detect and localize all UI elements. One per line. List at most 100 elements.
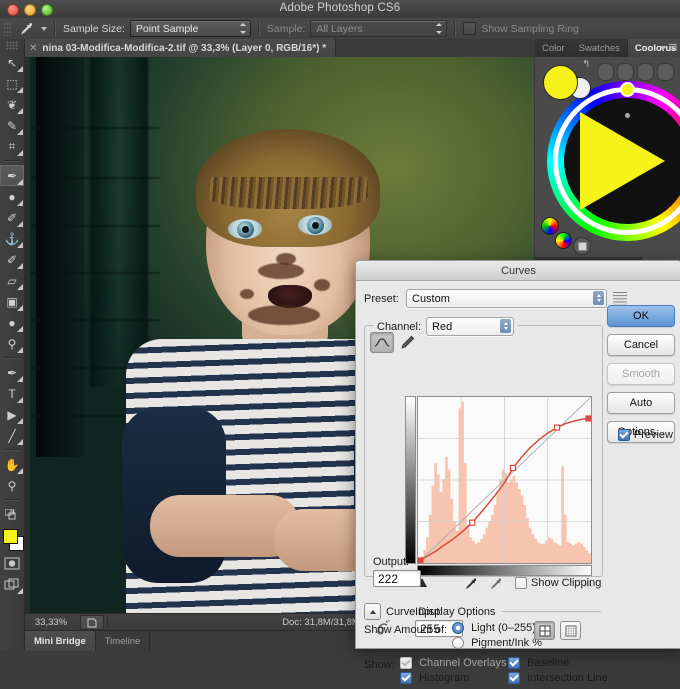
curve-display-options-header[interactable]: Curve Display Options — [364, 603, 601, 620]
coolorus-foreground-swatch[interactable] — [543, 65, 578, 100]
show-amount-label: Show Amount of: — [364, 624, 448, 636]
sample-label: Sample: — [266, 22, 306, 35]
app-title: Adobe Photoshop CS6 — [279, 2, 401, 14]
harmony-complementary-icon[interactable] — [617, 63, 634, 81]
marquee-tool[interactable]: ⬚ — [0, 73, 24, 94]
intersection-line-checkbox[interactable] — [508, 672, 520, 685]
path-selection-tool[interactable]: ▶ — [0, 404, 24, 425]
options-bar-grip[interactable] — [3, 21, 11, 36]
brush-tool[interactable]: ✐ — [0, 207, 24, 228]
triangle-marker[interactable] — [625, 113, 630, 118]
screen-mode-icon[interactable] — [0, 574, 24, 595]
type-tool[interactable]: T — [0, 383, 24, 404]
hand-tool[interactable]: ✋ — [0, 454, 24, 475]
gradient-tool[interactable]: ▣ — [0, 291, 24, 312]
dodge-tool[interactable]: ⚲ — [0, 333, 24, 354]
hue-handle[interactable] — [620, 82, 635, 97]
light-radio[interactable] — [452, 622, 464, 635]
revert-arrow-icon[interactable]: ↰ — [582, 59, 590, 70]
tools-panel-grip[interactable] — [6, 41, 18, 50]
tools-divider — [4, 357, 20, 359]
preset-select[interactable]: Custom — [406, 289, 607, 308]
history-brush-tool[interactable]: ✐ — [0, 249, 24, 270]
pigment-radio[interactable] — [452, 637, 464, 650]
histogram-row[interactable]: Histogram — [400, 672, 469, 685]
move-tool[interactable]: ↖ — [0, 52, 24, 73]
harmony-split-icon[interactable] — [637, 63, 654, 81]
healing-brush-tool[interactable]: ● — [0, 186, 24, 207]
line-tool[interactable]: ╱ — [0, 425, 24, 446]
grid-tenth-button[interactable] — [560, 621, 581, 640]
show-sampling-ring-checkbox[interactable] — [463, 22, 477, 35]
output-input[interactable]: 222 — [373, 570, 421, 587]
lasso-tool[interactable]: ❦ — [0, 94, 24, 115]
intersection-line-label: Intersection Line — [527, 672, 608, 684]
panel-tab-color[interactable]: Color — [535, 39, 572, 57]
channel-select[interactable]: Red — [426, 317, 515, 336]
histogram-checkbox[interactable] — [400, 672, 412, 685]
tool-preset-caret-icon[interactable] — [41, 26, 47, 31]
preset-options-icon[interactable] — [613, 291, 627, 306]
grid-quarter-button[interactable] — [534, 621, 555, 640]
auto-button[interactable]: Auto — [607, 392, 675, 414]
window-title-bar: Adobe Photoshop CS6 — [0, 0, 680, 19]
bottom-tab-mini-bridge[interactable]: Mini Bridge — [25, 631, 96, 651]
document-info-icon[interactable] — [80, 615, 104, 630]
ok-button[interactable]: OK — [607, 305, 675, 327]
foreground-color-swatch[interactable] — [3, 529, 18, 544]
output-label: Output: — [373, 556, 410, 568]
sample-size-label: Sample Size: — [63, 22, 125, 35]
channel-overlays-row[interactable]: Channel Overlays — [400, 657, 507, 670]
show-clipping-row[interactable]: Show Clipping — [515, 577, 601, 589]
cancel-button[interactable]: Cancel — [607, 334, 675, 356]
baseline-row[interactable]: Baseline — [508, 657, 569, 670]
pencil-draw-curve-icon[interactable] — [397, 333, 417, 352]
curves-graph[interactable] — [417, 396, 592, 564]
sample-size-value: Point Sample — [135, 22, 199, 35]
tool-flyout-nub — [16, 199, 23, 206]
pigment-radio-row[interactable]: Pigment/Ink % — [452, 637, 542, 650]
channel-overlays-checkbox[interactable] — [400, 657, 412, 670]
eyedropper-tool[interactable]: ✒ — [0, 165, 24, 186]
document-tab[interactable]: ✕ nina 03-Modifica-Modifica-2.tif @ 33,3… — [22, 39, 337, 57]
panel-tab-swatches[interactable]: Swatches — [572, 39, 627, 57]
curves-dialog[interactable]: Curves Preset: Custom Channel: Red Outpu… — [355, 260, 680, 685]
color-mode-wheel-icon[interactable] — [541, 217, 559, 235]
eraser-tool[interactable]: ▱ — [0, 270, 24, 291]
preview-checkbox[interactable] — [617, 429, 630, 441]
color-mode-wheel2-icon[interactable] — [555, 232, 572, 249]
preview-row[interactable]: Preview — [617, 429, 673, 441]
show-clipping-checkbox[interactable] — [515, 577, 527, 589]
sample-select[interactable]: All Layers — [310, 20, 448, 37]
blur-tool[interactable]: ● — [0, 312, 24, 333]
harmony-triad-icon[interactable] — [657, 63, 674, 81]
coolorus-panel[interactable]: ↰ — [535, 57, 680, 257]
set-black-point-icon[interactable] — [464, 577, 477, 594]
default-colors-icon[interactable] — [0, 504, 24, 525]
eyedropper-icon[interactable] — [15, 20, 37, 38]
color-mode-square-icon[interactable] — [573, 237, 591, 255]
close-icon[interactable]: ✕ — [29, 43, 37, 54]
dodge-icon: ⚲ — [7, 336, 17, 351]
baseline-checkbox[interactable] — [508, 657, 520, 670]
chevron-up-icon[interactable] — [364, 603, 381, 620]
color-triangle[interactable] — [580, 112, 665, 210]
clone-stamp-tool[interactable]: ⚓ — [0, 228, 24, 249]
output-gradient-bar — [405, 396, 416, 564]
set-gray-point-icon[interactable] — [489, 577, 502, 594]
crop-tool[interactable]: ⌗ — [0, 136, 24, 157]
pen-tool[interactable]: ✒ — [0, 362, 24, 383]
zoom-level[interactable]: 33,33% — [25, 617, 77, 628]
color-panel-tabs: Color Swatches Coolorus — [535, 39, 680, 57]
bottom-tab-timeline[interactable]: Timeline — [96, 631, 151, 651]
quick-mask-icon[interactable] — [0, 553, 24, 574]
sample-size-select[interactable]: Point Sample — [129, 20, 251, 37]
intersection-line-row[interactable]: Intersection Line — [508, 672, 608, 685]
curve-control-point — [469, 519, 476, 526]
quick-selection-tool[interactable]: ✎ — [0, 115, 24, 136]
curve-point-tool-icon[interactable] — [370, 332, 394, 353]
harmony-mono-icon[interactable] — [597, 63, 614, 81]
panel-menu-icon[interactable] — [659, 44, 677, 51]
zoom-tool[interactable]: ⚲ — [0, 475, 24, 496]
light-radio-row[interactable]: Light (0–255) — [452, 622, 536, 635]
